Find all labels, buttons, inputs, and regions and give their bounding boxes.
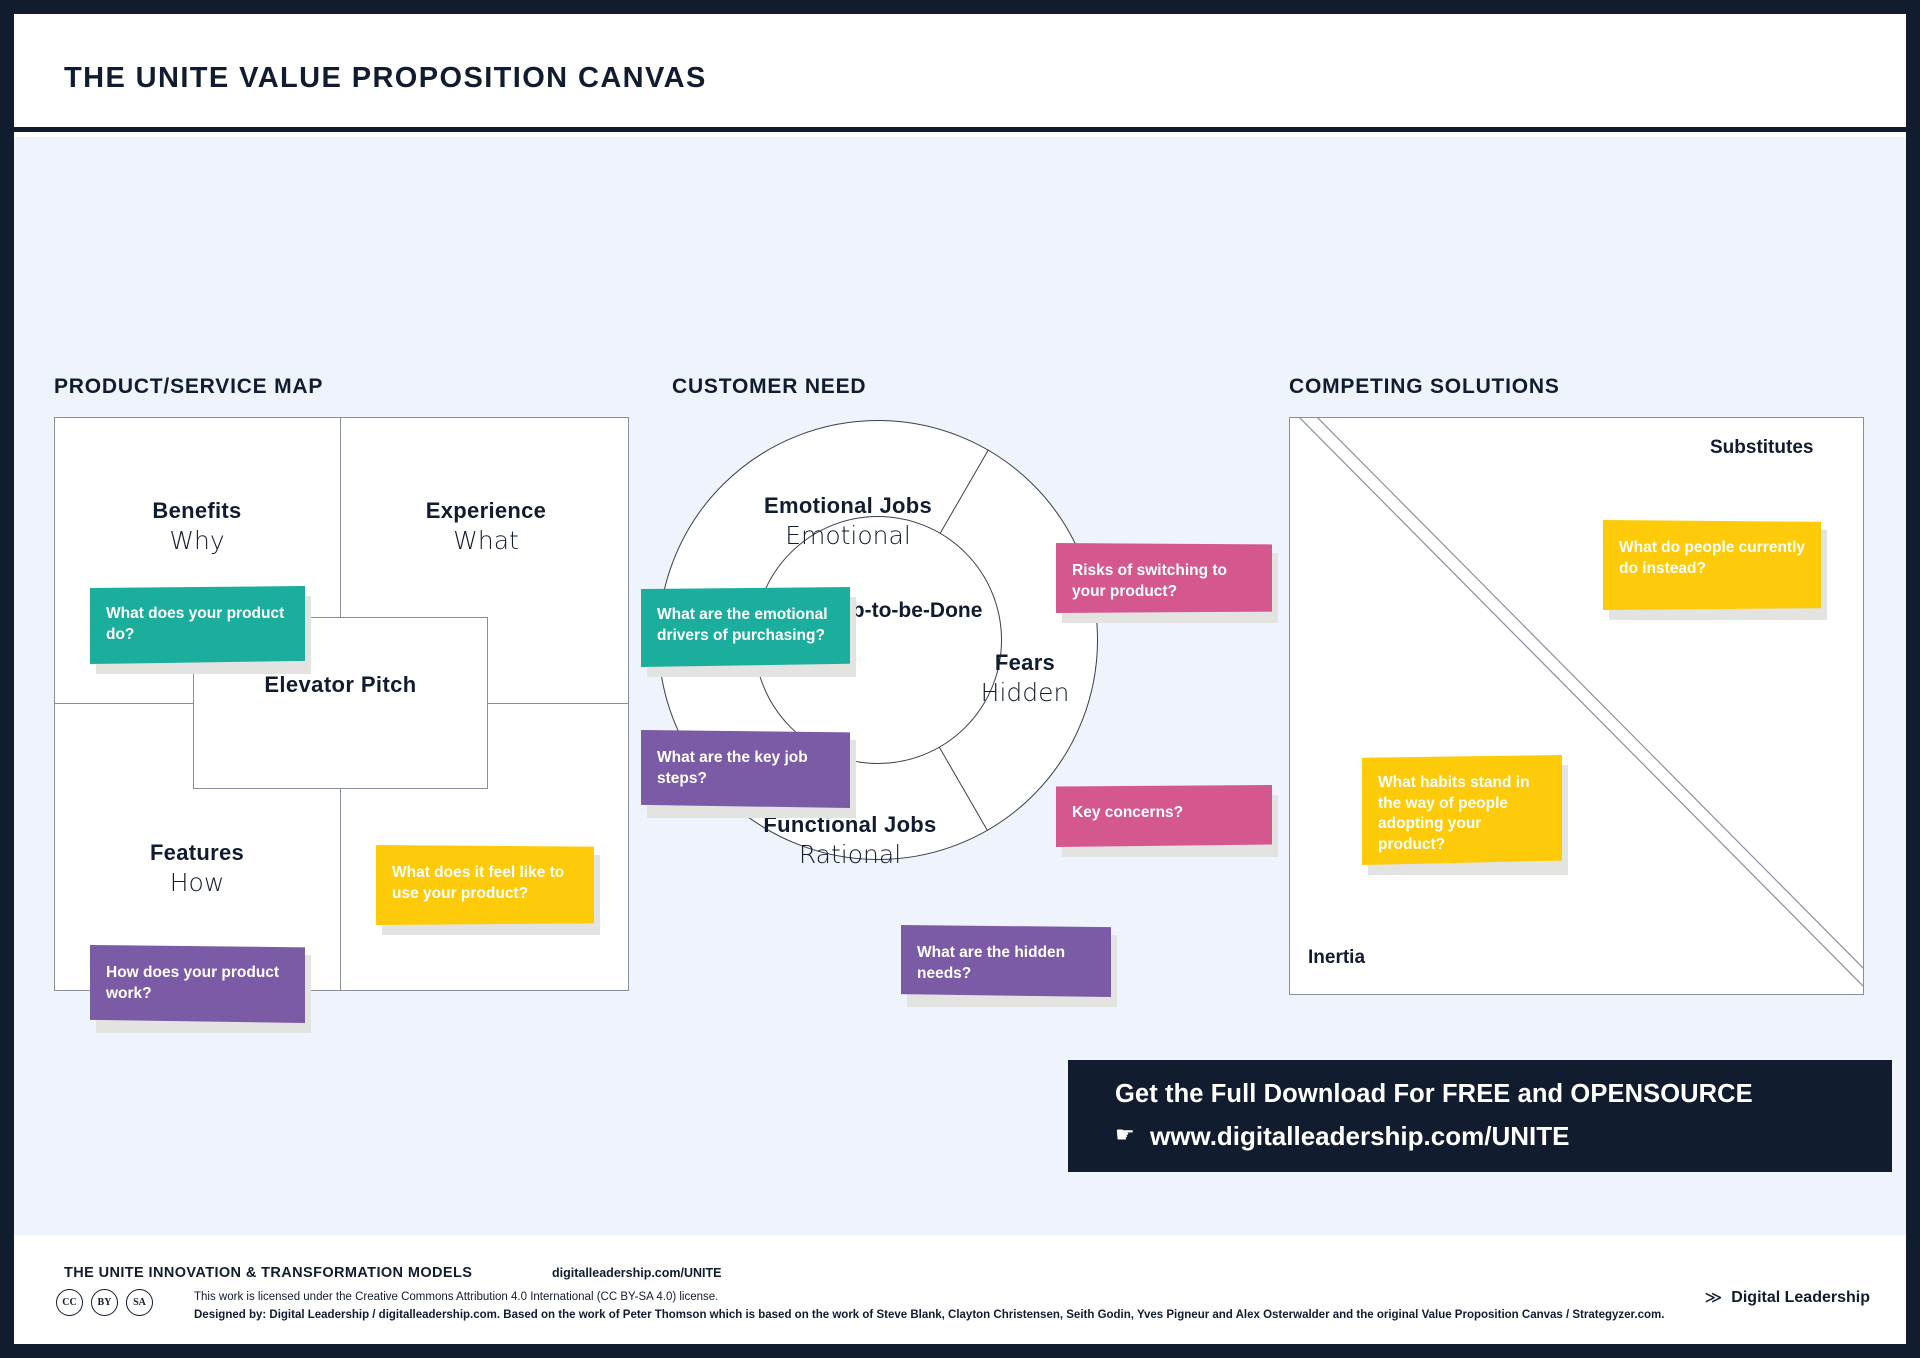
- chevron-right-icon: ≫: [1704, 1288, 1723, 1307]
- ring-label-fears-sub: Hidden: [980, 678, 1070, 707]
- ring-label-functional-jobs: Functional Jobs Rational: [690, 812, 1010, 869]
- note-habits-in-the-way[interactable]: What habits stand in the way of people a…: [1362, 755, 1568, 875]
- note-hidden-needs[interactable]: What are the hidden needs?: [901, 925, 1117, 1007]
- elevator-pitch-label: Elevator Pitch: [264, 672, 417, 697]
- ring-label-emotional-jobs-title: Emotional Jobs: [764, 493, 932, 518]
- ring-label-emotional-jobs-sub: Emotional: [785, 521, 911, 550]
- cc-by-icon: BY: [91, 1289, 118, 1316]
- corner-label-substitutes: Substitutes: [1710, 437, 1814, 458]
- note-key-concerns[interactable]: Key concerns?: [1056, 785, 1278, 857]
- note-currently-do-instead[interactable]: What do people currently do instead?: [1603, 520, 1827, 620]
- ring-label-functional-jobs-sub: Rational: [798, 840, 902, 869]
- ring-label-fears: Fears Hidden: [920, 650, 1130, 707]
- note-key-job-steps[interactable]: What are the key job steps?: [641, 730, 856, 818]
- note-emotional-drivers[interactable]: What are the emotional drivers of purcha…: [641, 587, 856, 677]
- cc-icon: CC: [56, 1289, 83, 1316]
- cta-url[interactable]: www.digitalleadership.com/UNITE: [1150, 1121, 1569, 1152]
- ring-label-emotional-jobs: Emotional Jobs Emotional: [688, 493, 1008, 550]
- note-risks-switching[interactable]: Risks of switching to your product?: [1056, 543, 1278, 623]
- ring-label-fears-title: Fears: [994, 650, 1056, 675]
- pointing-hand-icon: ☛: [1115, 1122, 1135, 1147]
- cta-banner[interactable]: Get the Full Download For FREE and OPENS…: [1068, 1060, 1892, 1172]
- brand-logo: ≫ Digital Leadership: [1705, 1288, 1871, 1308]
- note-feel-like-use[interactable]: What does it feel like to use your produ…: [376, 845, 600, 935]
- note-product-do[interactable]: What does your product do?: [90, 586, 311, 674]
- corner-label-inertia: Inertia: [1308, 947, 1366, 968]
- creative-commons-badges: CC BY SA: [56, 1289, 153, 1316]
- cc-sa-icon: SA: [126, 1289, 153, 1316]
- cta-headline: Get the Full Download For FREE and OPENS…: [1115, 1080, 1753, 1108]
- brand-name: Digital Leadership: [1731, 1289, 1870, 1306]
- note-product-work[interactable]: How does your product work?: [90, 945, 311, 1033]
- canvas-root: THE UNITE VALUE PROPOSITION CANVAS PRODU…: [0, 0, 1920, 1358]
